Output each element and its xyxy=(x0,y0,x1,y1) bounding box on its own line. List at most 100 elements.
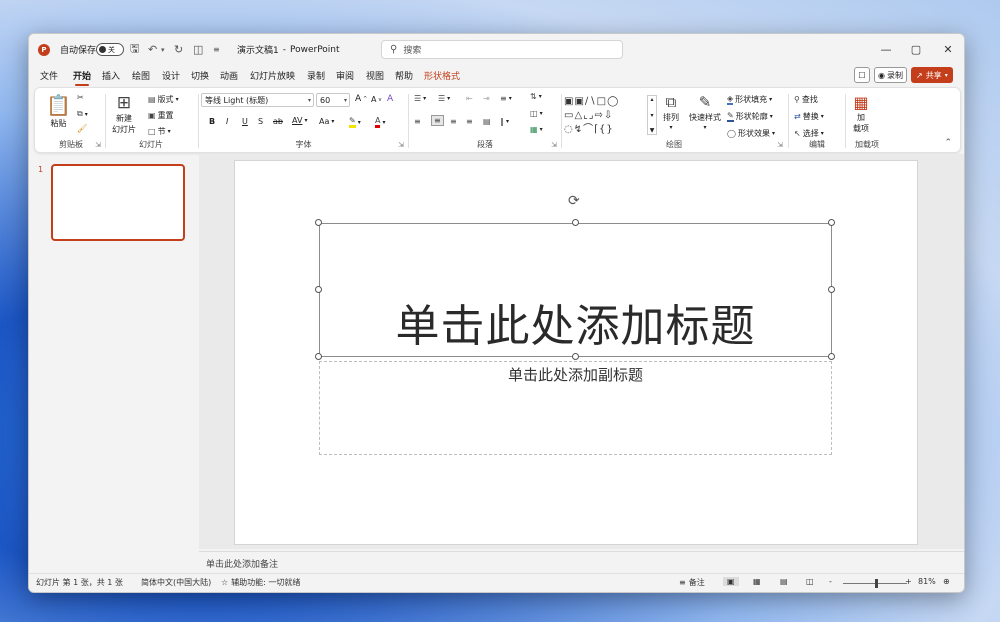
language-indicator[interactable]: 简体中文(中国大陆) xyxy=(141,577,211,588)
paragraph-launcher-icon[interactable]: ⇲ xyxy=(551,141,557,149)
presentation-icon[interactable]: ◫ xyxy=(193,34,203,65)
layout-button[interactable]: ▤ 版式 ▾ xyxy=(148,94,179,105)
resize-handle[interactable] xyxy=(828,286,835,293)
paste-button[interactable]: 📋 粘贴 xyxy=(46,93,71,129)
tab-slideshow[interactable]: 幻灯片放映 xyxy=(250,69,295,82)
tab-transitions[interactable]: 切换 xyxy=(191,69,209,82)
distributed-button[interactable]: ▤ xyxy=(483,117,491,126)
font-color-button[interactable]: A ▾ xyxy=(375,116,386,128)
quick-styles-button[interactable]: ✎ 快速样式 ▾ xyxy=(689,93,721,131)
shape-fill-button[interactable]: ◈ 形状填充 ▾ xyxy=(727,94,772,105)
zoom-in-button[interactable]: + xyxy=(905,577,912,586)
autosave-toggle[interactable]: 关 xyxy=(96,34,124,65)
columns-button[interactable]: ‖ ▾ xyxy=(500,117,509,126)
resize-handle[interactable] xyxy=(828,353,835,360)
format-painter-button[interactable]: 🖌 xyxy=(77,124,87,133)
new-slide-button[interactable]: ⊞ 新建 幻灯片 xyxy=(112,93,136,135)
slide-thumbnail[interactable] xyxy=(51,164,185,241)
numbering-button[interactable]: ☰ ▾ xyxy=(438,94,450,103)
arrange-button[interactable]: ⧉ 排列 ▾ xyxy=(663,93,679,131)
zoom-out-button[interactable]: - xyxy=(829,577,832,586)
highlight-button[interactable]: ✎ ▾ xyxy=(349,116,361,128)
notes-pane[interactable]: 单击此处添加备注 xyxy=(199,551,964,574)
resize-handle[interactable] xyxy=(572,353,579,360)
undo-dropdown-icon[interactable]: ▾ xyxy=(161,34,165,65)
tab-view[interactable]: 视图 xyxy=(366,69,384,82)
resize-handle[interactable] xyxy=(572,219,579,226)
drawing-launcher-icon[interactable]: ⇲ xyxy=(777,141,783,149)
italic-button[interactable]: I xyxy=(226,117,228,126)
decrease-indent-button[interactable]: ⇤ xyxy=(466,94,473,103)
shapes-gallery[interactable]: ▣▣∕∖□◯ ▭△⌞⌟⇨⇩ ◌↯⌒⌈{} xyxy=(564,95,648,137)
resize-handle[interactable] xyxy=(315,286,322,293)
justify-button[interactable]: ≡ xyxy=(466,117,473,126)
tab-draw[interactable]: 绘图 xyxy=(132,69,150,82)
app-icon[interactable]: P xyxy=(38,34,50,65)
copy-button[interactable]: ⧉ ▾ xyxy=(77,109,88,119)
tab-record[interactable]: 录制 xyxy=(307,69,325,82)
bold-button[interactable]: B xyxy=(209,117,215,126)
shrink-font-button[interactable]: Av xyxy=(371,95,381,104)
section-button[interactable]: □ 节 ▾ xyxy=(148,126,171,137)
tab-file[interactable]: 文件 xyxy=(40,69,58,82)
minimize-button[interactable]: — xyxy=(871,34,901,65)
normal-view-button[interactable]: ▣ xyxy=(723,577,739,586)
replace-button[interactable]: ⇄ 替换 ▾ xyxy=(794,111,824,122)
text-direction-button[interactable]: ⇅ ▾ xyxy=(530,92,542,101)
collapse-ribbon-icon[interactable]: ⌃ xyxy=(944,138,952,148)
reading-view-button[interactable]: ▤ xyxy=(780,577,788,586)
tab-animations[interactable]: 动画 xyxy=(220,69,238,82)
customize-toolbar-icon[interactable]: ≡ xyxy=(213,34,220,65)
subtitle-placeholder[interactable]: 单击此处添加副标题 xyxy=(319,361,832,455)
slide-canvas[interactable]: ⟳ 单击此处添加标题 单击此处添加副标题 xyxy=(234,160,918,545)
zoom-level[interactable]: 81% xyxy=(918,577,936,586)
redo-icon[interactable]: ↻ xyxy=(174,34,183,65)
increase-indent-button[interactable]: ⇥ xyxy=(483,94,490,103)
comments-button[interactable]: ☐ xyxy=(854,67,870,83)
find-button[interactable]: ⚲ 查找 xyxy=(794,94,818,105)
tab-design[interactable]: 设计 xyxy=(162,69,180,82)
record-button[interactable]: ◉ 录制 xyxy=(874,67,907,83)
save-icon[interactable]: 🖫 xyxy=(130,34,139,65)
share-button[interactable]: ↗ 共享 ▾ xyxy=(910,67,953,83)
shapes-gallery-scroll[interactable]: ▴ ▾ ▼ xyxy=(647,95,657,135)
tab-shape-format[interactable]: 形状格式 xyxy=(424,69,460,82)
char-spacing-button[interactable]: AV ▾ xyxy=(292,116,307,125)
fit-to-window-button[interactable]: ⊕ xyxy=(943,577,950,586)
resize-handle[interactable] xyxy=(828,219,835,226)
tab-insert[interactable]: 插入 xyxy=(102,69,120,82)
slideshow-button[interactable]: ◫ xyxy=(806,577,814,586)
reset-button[interactable]: ▣ 重置 xyxy=(148,110,174,121)
font-name-select[interactable]: 等线 Light (标题) ▾ xyxy=(201,93,314,107)
clipboard-launcher-icon[interactable]: ⇲ xyxy=(95,141,101,149)
cut-button[interactable]: ✂ xyxy=(77,93,84,102)
close-button[interactable]: ✕ xyxy=(933,34,963,65)
notes-toggle-button[interactable]: ≡ 备注 xyxy=(679,577,705,588)
maximize-button[interactable]: ▢ xyxy=(901,34,931,65)
underline-button[interactable]: U xyxy=(242,117,248,126)
line-spacing-button[interactable]: ≡ ▾ xyxy=(500,94,512,103)
undo-icon[interactable]: ↶ xyxy=(148,34,157,65)
rotate-handle-icon[interactable]: ⟳ xyxy=(568,193,580,209)
change-case-button[interactable]: Aa ▾ xyxy=(319,117,334,126)
title-placeholder[interactable]: 单击此处添加标题 xyxy=(319,223,832,357)
tab-help[interactable]: 帮助 xyxy=(395,69,413,82)
align-right-button[interactable]: ≡ xyxy=(450,117,457,126)
tab-review[interactable]: 审阅 xyxy=(336,69,354,82)
align-text-button[interactable]: ◫ ▾ xyxy=(530,109,543,118)
text-shadow-button[interactable]: S xyxy=(258,117,263,126)
clear-format-button[interactable]: A xyxy=(387,94,393,104)
font-launcher-icon[interactable]: ⇲ xyxy=(398,141,404,149)
align-center-button[interactable]: ≡ xyxy=(431,115,444,126)
tab-home[interactable]: 开始 xyxy=(73,69,91,86)
zoom-slider-thumb[interactable] xyxy=(875,579,878,588)
shape-effects-button[interactable]: ◯ 形状效果 ▾ xyxy=(727,128,775,139)
resize-handle[interactable] xyxy=(315,353,322,360)
grow-font-button[interactable]: A ^ xyxy=(355,94,367,104)
strikethrough-button[interactable]: ab xyxy=(273,117,283,126)
resize-handle[interactable] xyxy=(315,219,322,226)
bullets-button[interactable]: ☰ ▾ xyxy=(414,94,426,103)
search-input[interactable]: ⚲ 搜索 xyxy=(381,40,623,59)
smartart-button[interactable]: ▦ ▾ xyxy=(530,125,543,134)
font-size-select[interactable]: 60 ▾ xyxy=(316,93,350,107)
